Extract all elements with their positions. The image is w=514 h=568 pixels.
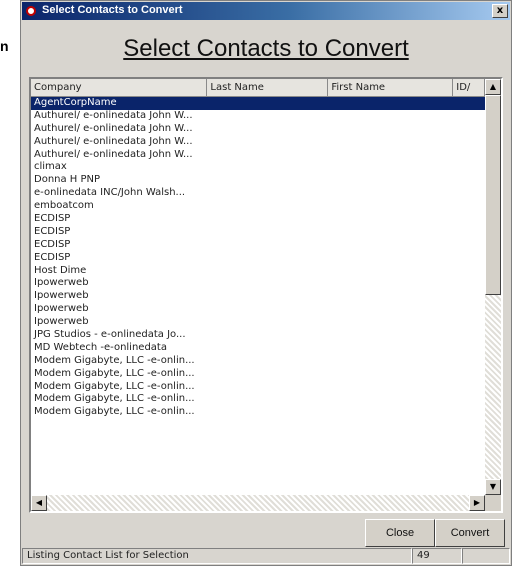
list-item[interactable]: ECDISP <box>31 239 485 252</box>
column-header-id[interactable]: ID/ <box>453 79 485 97</box>
list-item[interactable]: Authurel/ e-onlinedata John W... <box>31 110 485 123</box>
column-headers: Company Last Name First Name ID/ <box>31 79 485 97</box>
close-window-button[interactable]: x <box>492 4 508 18</box>
list-item[interactable]: Ipowerweb <box>31 303 485 316</box>
list-item[interactable]: climax <box>31 161 485 174</box>
convert-button[interactable]: Convert <box>435 519 505 547</box>
list-item[interactable]: AgentCorpName <box>31 97 485 110</box>
status-bar: Listing Contact List for Selection 49 <box>22 548 510 564</box>
horizontal-scrollbar[interactable]: ◀ ▶ <box>31 495 485 511</box>
list-item[interactable]: Modem Gigabyte, LLC -e-onlin... <box>31 381 485 394</box>
status-message: Listing Contact List for Selection <box>22 548 412 564</box>
page-title: Select Contacts to Convert <box>123 35 409 62</box>
list-item[interactable]: Authurel/ e-onlinedata John W... <box>31 136 485 149</box>
list-item[interactable]: Ipowerweb <box>31 277 485 290</box>
scroll-corner <box>485 495 501 511</box>
list-rows: AgentCorpName Authurel/ e-onlinedata John… <box>31 97 485 495</box>
scroll-left-icon[interactable]: ◀ <box>31 495 47 511</box>
contacts-list[interactable]: Company Last Name First Name ID/ AgentCo… <box>29 77 503 513</box>
list-item[interactable]: ECDISP <box>31 213 485 226</box>
list-item[interactable]: Modem Gigabyte, LLC -e-onlin... <box>31 406 485 419</box>
scroll-right-icon[interactable]: ▶ <box>469 495 485 511</box>
vertical-scrollbar[interactable]: ▲ ▼ <box>485 79 501 495</box>
window-title: Select Contacts to Convert <box>42 4 183 16</box>
status-spare <box>462 548 510 564</box>
list-item[interactable]: ECDISP <box>31 252 485 265</box>
list-item[interactable]: Authurel/ e-onlinedata John W... <box>31 123 485 136</box>
list-item[interactable]: Modem Gigabyte, LLC -e-onlin... <box>31 368 485 381</box>
stray-label: n <box>0 38 9 54</box>
scroll-up-icon[interactable]: ▲ <box>485 79 501 95</box>
list-item[interactable]: ECDISP <box>31 226 485 239</box>
list-item[interactable]: Modem Gigabyte, LLC -e-onlin... <box>31 355 485 368</box>
close-button[interactable]: Close <box>365 519 435 547</box>
list-item[interactable]: Host Dime <box>31 265 485 278</box>
list-item[interactable]: Ipowerweb <box>31 290 485 303</box>
title-bar[interactable]: Select Contacts to Convert x <box>22 2 510 20</box>
status-count: 49 <box>412 548 462 564</box>
column-header-first-name[interactable]: First Name <box>328 79 454 97</box>
scroll-thumb[interactable] <box>485 95 501 295</box>
list-item[interactable]: Authurel/ e-onlinedata John W... <box>31 149 485 162</box>
app-icon <box>26 6 36 16</box>
list-item[interactable]: Modem Gigabyte, LLC -e-onlin... <box>31 393 485 406</box>
list-item[interactable]: Donna H PNP <box>31 174 485 187</box>
list-item[interactable]: JPG Studios - e-onlinedata Jo... <box>31 329 485 342</box>
list-item[interactable]: MD Webtech -e-onlinedata <box>31 342 485 355</box>
column-header-last-name[interactable]: Last Name <box>207 79 329 97</box>
list-item[interactable]: e-onlinedata INC/John Walsh... <box>31 187 485 200</box>
list-item[interactable]: Ipowerweb <box>31 316 485 329</box>
list-item[interactable]: emboatcom <box>31 200 485 213</box>
column-header-company[interactable]: Company <box>31 79 208 97</box>
dialog-window: Select Contacts to Convert x Select Cont… <box>20 0 512 566</box>
scroll-down-icon[interactable]: ▼ <box>485 479 501 495</box>
